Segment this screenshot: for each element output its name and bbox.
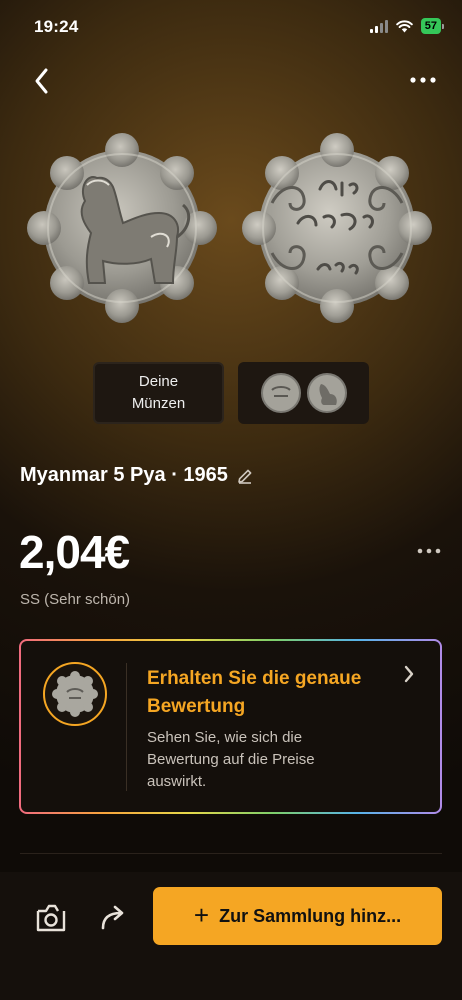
edit-pencil-icon[interactable]	[236, 467, 254, 485]
valuation-coin-icon	[43, 662, 107, 726]
coin-reverse-image[interactable]	[242, 133, 432, 323]
wifi-icon	[395, 19, 413, 32]
coin-price: 2,04€	[19, 526, 130, 578]
chevron-right-icon[interactable]	[402, 663, 416, 685]
price-more-icon[interactable]	[416, 543, 442, 559]
more-options-icon[interactable]	[408, 68, 438, 92]
coin-title-text: Myanmar 5 Pya · 1965	[20, 464, 228, 486]
your-coins-tile[interactable]: Deine Münzen	[93, 362, 224, 424]
your-coins-label: Deine Münzen	[131, 373, 186, 412]
camera-scan-icon[interactable]	[34, 900, 68, 934]
bottom-action-bar: + Zur Sammlung hinz...	[0, 872, 462, 1000]
battery-icon: 57	[420, 18, 444, 34]
add-to-collection-label: Zur Sammlung hinz...	[219, 905, 402, 926]
valuation-card-body: Erhalten Sie die genaue Bewertung Sehen …	[21, 641, 440, 812]
coin-reverse-thumbnail[interactable]	[260, 372, 302, 414]
back-chevron-icon[interactable]	[28, 64, 56, 98]
add-to-collection-button[interactable]: + Zur Sammlung hinz...	[153, 887, 442, 945]
coin-grade: SS (Sehr schön)	[20, 591, 131, 608]
coin-title: Myanmar 5 Pya · 1965	[20, 464, 254, 487]
valuation-description: Sehen Sie, wie sich die Bewertung auf di…	[147, 729, 315, 790]
status-bar: 19:24 57	[0, 0, 462, 52]
status-time: 19:24	[34, 17, 79, 36]
status-icons: 57	[369, 18, 444, 34]
section-divider	[20, 853, 442, 854]
coin-obverse-image[interactable]	[27, 133, 217, 323]
valuation-heading: Erhalten Sie die genaue Bewertung	[147, 668, 362, 717]
coin-thumbnails-tile[interactable]	[238, 362, 369, 424]
signal-icon	[369, 19, 388, 33]
valuation-card[interactable]: Erhalten Sie die genaue Bewertung Sehen …	[19, 639, 442, 814]
coin-obverse-thumbnail[interactable]	[306, 372, 348, 414]
share-arrow-icon[interactable]	[97, 902, 129, 932]
plus-icon: +	[193, 899, 210, 930]
card-divider	[126, 663, 127, 791]
battery-level: 57	[420, 18, 441, 34]
